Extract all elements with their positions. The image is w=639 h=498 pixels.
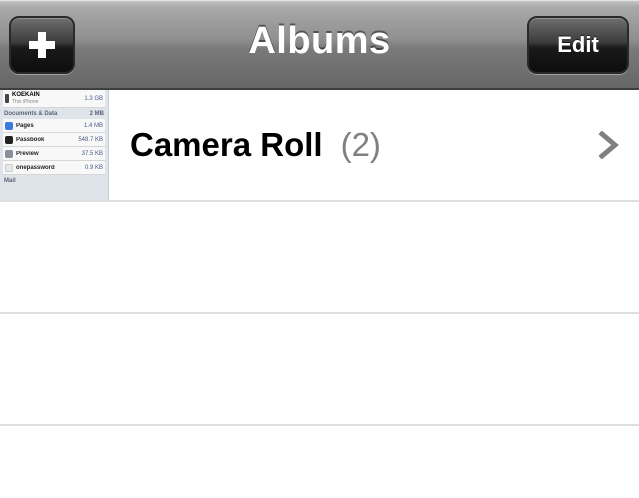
thumbnail-section-header: Documents & Data 2 MB [0,108,108,119]
thumbnail-app-size: 37.5 KB [81,150,103,157]
album-title: Camera Roll (2) [130,126,381,164]
passbook-app-icon [5,135,13,144]
empty-row [0,314,639,426]
album-count-label: (2) [340,126,381,163]
chevron-right-icon [598,131,619,159]
edit-button[interactable]: Edit [527,16,629,74]
thumbnail-section-size: 2 MB [89,111,104,117]
thumbnail-device-cell: KOEKAIN This iPhone 1.3 GB [3,90,105,108]
thumbnail-device-name: KOEKAIN [12,91,40,98]
thumbnail-app-name: onepassword [16,164,55,171]
navigation-bar: Albums Edit [0,0,639,90]
thumbnail-app-size: 548.7 KB [78,136,103,143]
pages-app-icon [5,121,13,130]
onepassword-app-icon [5,163,13,172]
phone-icon [5,94,9,103]
thumbnail-app-size: 0.9 KB [84,164,103,171]
empty-row [0,202,639,314]
thumbnail-app-name: Preview [16,150,39,157]
thumbnail-device-size: 1.3 GB [84,95,103,102]
thumbnail-footer-section: Mail [0,175,108,186]
thumbnail-app-cell: Preview 37.5 KB [3,147,105,161]
preview-app-icon [5,149,13,158]
thumbnail-app-cell: Pages 1.4 MB [3,119,105,133]
albums-screen: Albums Edit KOEKAIN This iPhone 1.3 GB D… [0,0,639,498]
album-name-label: Camera Roll [130,126,323,163]
album-list: KOEKAIN This iPhone 1.3 GB Documents & D… [0,90,639,426]
thumbnail-app-cell: Passbook 548.7 KB [3,133,105,147]
thumbnail-app-name: Pages [16,122,34,129]
thumbnail-device-sub: This iPhone [12,98,39,105]
album-thumbnail: KOEKAIN This iPhone 1.3 GB Documents & D… [0,90,109,200]
thumbnail-app-cell: onepassword 0.9 KB [3,161,105,175]
album-row-camera-roll[interactable]: KOEKAIN This iPhone 1.3 GB Documents & D… [0,90,639,202]
thumbnail-section-title: Documents & Data [4,111,58,117]
thumbnail-app-size: 1.4 MB [83,122,103,129]
thumbnail-footer-title: Mail [4,178,16,184]
thumbnail-app-name: Passbook [16,136,45,143]
